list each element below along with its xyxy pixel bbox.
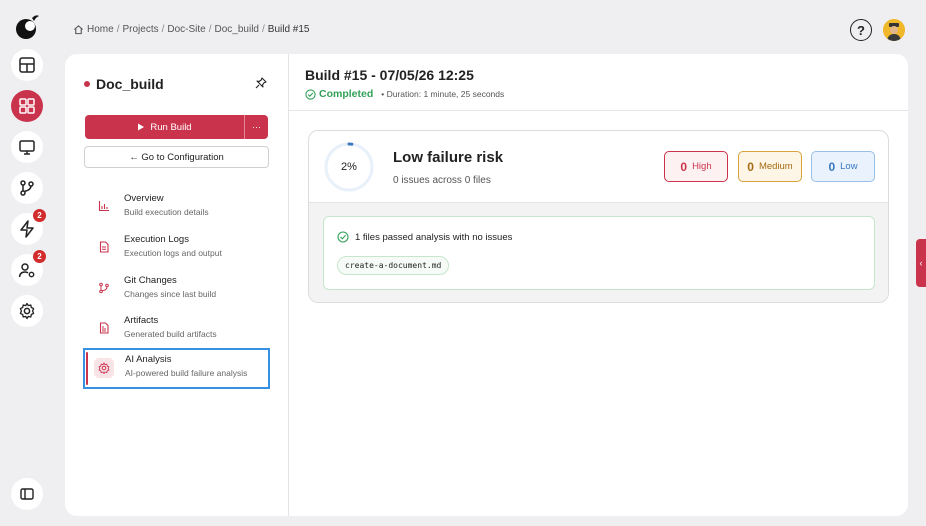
nav-item-overview[interactable]: Overview Build execution details	[85, 192, 270, 232]
run-options-button[interactable]: ···	[244, 115, 268, 139]
nav-item-subtitle: Changes since last build	[124, 289, 217, 299]
lightning-icon	[20, 220, 34, 238]
monitor-icon	[19, 140, 35, 155]
nav-item-title: AI Analysis	[125, 354, 172, 365]
file-text-icon	[95, 238, 113, 256]
rail-git-button[interactable]	[11, 172, 43, 204]
ai-gear-icon	[94, 358, 114, 378]
rail-monitor-button[interactable]	[11, 131, 43, 163]
low-label: Low	[840, 161, 858, 172]
rail-users-button[interactable]: 2	[11, 250, 46, 286]
rail-builds-button[interactable]: 2	[11, 209, 46, 245]
nav-item-git-changes[interactable]: Git Changes Changes since last build	[85, 274, 270, 314]
document-icon	[95, 319, 113, 337]
header-divider	[289, 110, 908, 111]
nav-item-subtitle: Generated build artifacts	[124, 329, 217, 339]
project-status-dot	[84, 81, 90, 87]
risk-title: Low failure risk	[393, 149, 504, 166]
chevron-left-icon: ‹	[919, 258, 923, 268]
medium-label: Medium	[758, 161, 793, 172]
user-avatar-icon	[883, 19, 905, 41]
nav-item-subtitle: AI-powered build failure analysis	[125, 368, 248, 378]
risk-summary-text: 0 issues across 0 files	[393, 175, 491, 186]
build-status: Completed • Duration: 1 minute, 25 secon…	[305, 88, 504, 100]
high-severity-chip[interactable]: 0 High	[664, 151, 728, 182]
nav-item-title: Git Changes	[124, 275, 177, 286]
more-icon: ···	[252, 122, 261, 132]
layout-icon	[19, 57, 35, 73]
go-to-configuration-label: ← Go to Configuration	[129, 151, 224, 163]
pin-icon	[255, 77, 267, 89]
git-branch-icon	[95, 279, 113, 297]
help-icon: ?	[857, 22, 865, 38]
rail-settings-button[interactable]	[11, 295, 43, 327]
project-name: Doc_build	[96, 76, 164, 92]
play-icon	[138, 123, 145, 131]
grid-icon	[19, 98, 35, 114]
breadcrumb-separator: /	[161, 24, 165, 35]
avatar[interactable]	[883, 19, 905, 41]
project-header: Doc_build	[84, 76, 164, 92]
breadcrumb-doc-site[interactable]: Doc-Site	[167, 24, 205, 35]
build-title: Build #15 - 07/05/26 12:25	[305, 67, 474, 83]
breadcrumb-separator: /	[116, 24, 120, 35]
pin-button[interactable]	[255, 76, 269, 90]
home-icon	[74, 25, 83, 35]
gear-icon	[19, 302, 35, 320]
users-badge: 2	[33, 250, 46, 263]
check-circle-icon	[305, 88, 316, 100]
build-nav: Doc_build Run Build ··· ← Go to Configur…	[65, 54, 289, 516]
nav-item-subtitle: Build execution details	[124, 207, 209, 217]
medium-severity-chip[interactable]: 0 Medium	[738, 151, 802, 182]
run-build-group: Run Build ···	[85, 115, 268, 139]
rail-collapse-button[interactable]	[11, 478, 43, 510]
high-count: 0	[680, 159, 688, 174]
sidebar-toggle-icon	[20, 488, 34, 500]
risk-analysis-card: 2% Low failure risk 0 issues across 0 fi…	[308, 130, 889, 303]
nav-item-title: Overview	[124, 193, 164, 204]
run-build-button[interactable]: Run Build	[85, 115, 244, 139]
nav-item-title: Execution Logs	[124, 234, 189, 245]
file-pill[interactable]: create-a-document.md	[337, 256, 450, 275]
breadcrumb-home[interactable]: Home	[87, 24, 114, 35]
breadcrumb-current: Build #15	[267, 24, 310, 35]
user-gear-icon	[18, 263, 35, 278]
pass-message: 1 files passed analysis with no issues	[355, 231, 513, 243]
build-duration: • Duration: 1 minute, 25 seconds	[381, 89, 505, 99]
risk-summary: 2% Low failure risk 0 issues across 0 fi…	[309, 131, 888, 202]
passed-files-box: 1 files passed analysis with no issues c…	[323, 216, 875, 290]
go-to-configuration-button[interactable]: ← Go to Configuration	[84, 146, 269, 168]
nav-item-execution-logs[interactable]: Execution Logs Execution logs and output	[85, 233, 270, 273]
help-button[interactable]: ?	[850, 19, 872, 41]
app-rail: 2 2	[0, 0, 54, 526]
rail-projects-button[interactable]	[11, 90, 43, 122]
nav-item-title: Artifacts	[124, 315, 159, 326]
low-severity-chip[interactable]: 0 Low	[811, 151, 875, 182]
builds-badge: 2	[33, 209, 46, 222]
breadcrumb-separator: /	[208, 24, 212, 35]
app-logo[interactable]	[11, 11, 43, 43]
low-count: 0	[828, 159, 836, 174]
chart-icon	[95, 197, 113, 215]
high-label: High	[692, 161, 712, 172]
breadcrumb: Home / Projects / Doc-Site / Doc_build /…	[73, 24, 309, 35]
status-label: Completed	[319, 88, 374, 100]
nav-item-ai-analysis[interactable]: AI Analysis AI-powered build failure ana…	[83, 348, 270, 389]
nav-item-subtitle: Execution logs and output	[124, 248, 222, 258]
git-branch-icon	[20, 180, 34, 196]
pass-message-row: 1 files passed analysis with no issues	[337, 231, 512, 243]
breadcrumb-projects[interactable]: Projects	[122, 24, 158, 35]
build-card: Doc_build Run Build ··· ← Go to Configur…	[65, 54, 908, 516]
medium-count: 0	[747, 159, 754, 174]
analysis-results: 1 files passed analysis with no issues c…	[309, 202, 888, 302]
side-panel-toggle[interactable]: ‹	[916, 239, 926, 287]
check-circle-icon	[337, 231, 349, 243]
breadcrumb-separator: /	[262, 24, 265, 35]
active-indicator	[86, 352, 88, 385]
run-build-label: Run Build	[150, 121, 192, 133]
breadcrumb-doc-build[interactable]: Doc_build	[215, 24, 259, 35]
risk-percent: 2%	[341, 161, 357, 173]
rail-dashboard-button[interactable]	[11, 49, 43, 81]
logo-icon	[16, 15, 39, 39]
